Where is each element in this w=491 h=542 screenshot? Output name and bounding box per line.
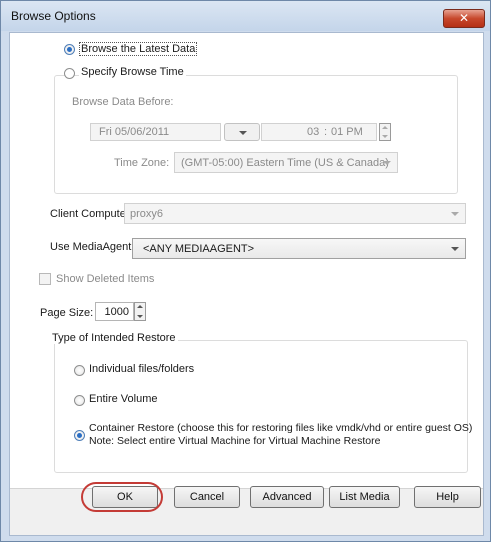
browse-date-value: Fri 05/06/2011 xyxy=(99,126,170,138)
browse-before-label: Browse Data Before: xyxy=(72,96,174,108)
close-icon: ✕ xyxy=(458,11,470,25)
browse-date-field[interactable]: Fri 05/06/2011 xyxy=(90,123,221,141)
chevron-down-icon xyxy=(451,212,459,216)
close-button[interactable]: ✕ xyxy=(443,9,485,28)
page-size-value: 1000 xyxy=(104,306,129,318)
advanced-button[interactable]: Advanced xyxy=(250,486,324,508)
page-size-spinner[interactable] xyxy=(134,302,146,321)
media-agent-value: <ANY MEDIAAGENT> xyxy=(143,243,255,255)
list-media-button[interactable]: List Media xyxy=(329,486,400,508)
cancel-button[interactable]: Cancel xyxy=(174,486,240,508)
time-minute-ampm: 01 PM xyxy=(331,126,363,138)
dialog-title: Browse Options xyxy=(11,9,96,23)
restore-entire-volume-radio[interactable] xyxy=(74,395,85,406)
restore-container-note: Note: Select entire Virtual Machine for … xyxy=(89,435,381,447)
client-computer-dropdown[interactable]: proxy6 xyxy=(124,203,466,224)
date-picker-button[interactable] xyxy=(224,123,260,141)
browse-time-field[interactable]: 03 : 01 PM xyxy=(261,123,377,141)
restore-container-radio[interactable] xyxy=(74,430,85,441)
title-bar[interactable]: Browse Options ✕ xyxy=(1,1,490,31)
show-deleted-label: Show Deleted Items xyxy=(56,273,155,285)
restore-individual-label[interactable]: Individual files/folders xyxy=(89,363,194,375)
specify-browse-time-radio[interactable] xyxy=(64,68,75,79)
time-separator: : xyxy=(324,126,328,138)
timezone-value: (GMT-05:00) Eastern Time (US & Canada) xyxy=(181,157,389,169)
chevron-down-icon xyxy=(451,247,459,251)
chevron-down-icon xyxy=(239,131,247,135)
restore-entire-volume-label[interactable]: Entire Volume xyxy=(89,393,157,405)
dialog-body: Browse the Latest Data Specify Browse Ti… xyxy=(9,32,484,536)
specify-browse-time-label[interactable]: Specify Browse Time xyxy=(79,66,186,78)
time-hour: 03 xyxy=(307,126,320,138)
spinner-down-icon xyxy=(382,135,388,138)
spinner-up-icon xyxy=(137,305,143,308)
spinner-down-icon xyxy=(137,315,143,318)
browse-options-dialog: Browse Options ✕ Browse the Latest Data … xyxy=(0,0,491,542)
time-spinner[interactable] xyxy=(379,123,391,141)
page-size-input[interactable]: 1000 xyxy=(95,302,134,321)
ok-highlight-annotation xyxy=(81,482,163,512)
chevron-down-icon xyxy=(383,161,391,165)
restore-type-group-label: Type of Intended Restore xyxy=(50,332,178,344)
browse-latest-label[interactable]: Browse the Latest Data xyxy=(79,42,198,56)
media-agent-label: Use MediaAgent xyxy=(50,241,132,253)
browse-latest-radio[interactable] xyxy=(64,44,75,55)
timezone-dropdown[interactable]: (GMT-05:00) Eastern Time (US & Canada) xyxy=(174,152,398,173)
restore-type-group xyxy=(54,340,468,473)
page-size-label: Page Size: xyxy=(40,307,94,319)
show-deleted-checkbox[interactable] xyxy=(39,273,51,285)
timezone-label: Time Zone: xyxy=(114,157,170,169)
media-agent-dropdown[interactable]: <ANY MEDIAAGENT> xyxy=(132,238,466,259)
client-computer-value: proxy6 xyxy=(130,208,164,220)
spinner-up-icon xyxy=(382,126,388,129)
client-computer-label: Client Computer: xyxy=(50,208,133,220)
restore-individual-radio[interactable] xyxy=(74,365,85,376)
restore-container-label[interactable]: Container Restore (choose this for resto… xyxy=(89,422,472,434)
help-button[interactable]: Help xyxy=(414,486,481,508)
